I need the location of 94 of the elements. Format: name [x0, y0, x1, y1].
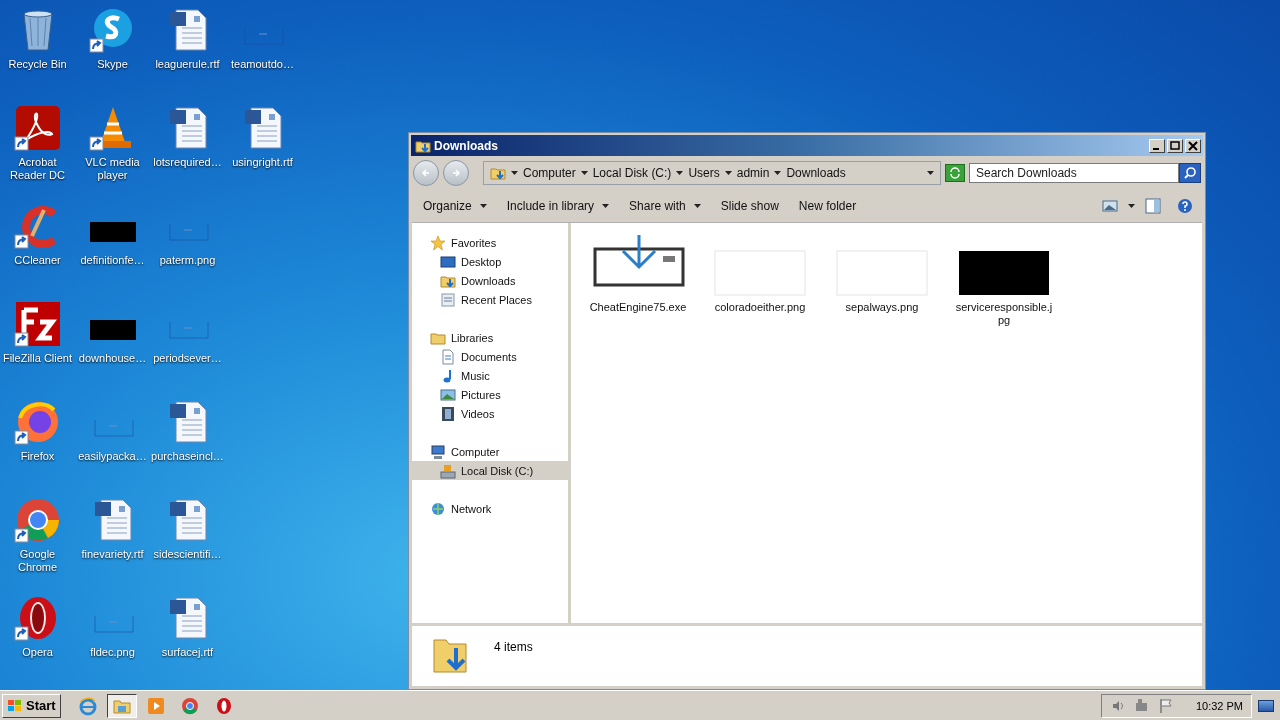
breadcrumb-item[interactable]: admin	[736, 166, 770, 180]
nav-item[interactable]: Downloads	[412, 271, 568, 290]
toolbar-button[interactable]: New folder	[790, 196, 865, 216]
close-icon	[1188, 140, 1198, 151]
help-icon[interactable]	[1177, 198, 1193, 214]
desktop-icon-label[interactable]: VLC media player	[75, 156, 150, 182]
close-button[interactable]	[1185, 138, 1201, 153]
breadcrumb-item[interactable]: Computer	[523, 166, 576, 180]
file-name[interactable]: CheatEngine75.exe	[588, 301, 688, 314]
nav-item[interactable]: Local Disk (C:)	[412, 461, 568, 480]
nav-item[interactable]: Documents	[412, 347, 568, 366]
address-bar[interactable]: Computer Local Disk (C:) Users admin Downloads	[483, 161, 941, 185]
nav-item[interactable]: Computer	[412, 442, 568, 461]
computer-icon	[430, 443, 446, 460]
flag-icon[interactable]	[1157, 697, 1174, 714]
desktop-icon-label[interactable]: lotsrequired…	[150, 156, 225, 169]
caret-icon[interactable]	[724, 171, 732, 175]
videos-icon	[440, 405, 456, 422]
refresh-icon	[949, 167, 961, 179]
toolbar-button[interactable]: Share with	[621, 196, 709, 216]
desktop-icon-label[interactable]: Google Chrome	[0, 548, 75, 574]
documents-icon	[440, 348, 456, 365]
nav-item[interactable]: Pictures	[412, 385, 568, 404]
desktop-icon-label[interactable]: periodsever…	[150, 352, 225, 365]
desktop-icon-label[interactable]: FileZilla Client	[0, 352, 75, 365]
maximize-button[interactable]	[1167, 138, 1183, 153]
file-name[interactable]: serviceresponsible.jpg	[954, 301, 1054, 327]
breadcrumb-item[interactable]: Downloads	[786, 166, 846, 180]
desktop-icon	[440, 253, 456, 270]
refresh-button[interactable]	[945, 164, 965, 182]
caret-icon[interactable]	[927, 171, 934, 175]
breadcrumb-item[interactable]: Users	[688, 166, 720, 180]
nav-item[interactable]: Network	[412, 499, 568, 518]
nav-item[interactable]: Libraries	[412, 328, 568, 347]
network-icon	[430, 500, 446, 517]
nav-item[interactable]: Music	[412, 366, 568, 385]
globe-icon	[77, 695, 98, 716]
maximize-icon	[1170, 140, 1180, 151]
show-desktop-button[interactable]	[1258, 699, 1274, 712]
desktop-icon-label[interactable]: Acrobat Reader DC	[0, 156, 75, 182]
pictures-icon	[440, 386, 456, 403]
caret-icon[interactable]	[676, 171, 684, 175]
caret-icon[interactable]	[774, 171, 782, 175]
forward-arrow-icon	[450, 167, 462, 179]
item-count: 4 items	[494, 640, 533, 654]
desktop-icon-label[interactable]: leaguerule.rtf	[150, 58, 225, 71]
file-name[interactable]: coloradoeither.png	[710, 301, 810, 314]
nav-item[interactable]: Desktop	[412, 252, 568, 271]
preview-pane-icon[interactable]	[1145, 198, 1161, 214]
desktop-icon-label[interactable]: Firefox	[0, 450, 75, 463]
minimize-icon	[1152, 147, 1159, 150]
desktop-icon-label[interactable]: Skype	[75, 58, 150, 71]
forward-button[interactable]	[443, 160, 469, 186]
nav-item[interactable]: Favorites	[412, 233, 568, 252]
caret-icon[interactable]	[1128, 204, 1135, 208]
view-icon[interactable]	[1102, 198, 1118, 214]
breadcrumb-item[interactable]: Local Disk (C:)	[592, 166, 672, 180]
window-title: Downloads	[434, 138, 499, 153]
nav-item[interactable]: Videos	[412, 404, 568, 423]
toolbar-button[interactable]: Slide show	[712, 196, 787, 216]
desktop-icon-label[interactable]: CCleaner	[0, 254, 75, 267]
toolbar-button[interactable]: Include in library	[498, 196, 618, 216]
minimize-button[interactable]	[1149, 138, 1165, 153]
chrome-icon	[179, 695, 200, 716]
star-icon	[430, 234, 446, 251]
desktop-icon-label[interactable]: Opera	[0, 646, 75, 659]
desktop-icon-label[interactable]: easilypacka…	[75, 450, 150, 463]
desktop-icon-label[interactable]: usingright.rtf	[225, 156, 300, 169]
disk-icon	[440, 462, 456, 479]
desktop-icon-label[interactable]: paterm.png	[150, 254, 225, 267]
caret-icon	[479, 204, 487, 208]
desktop-icon-label[interactable]: teamoutdo…	[225, 58, 300, 71]
windows-flag-icon	[7, 697, 23, 714]
caret-icon[interactable]	[511, 171, 518, 175]
downloads-icon	[490, 165, 506, 181]
nav-item[interactable]: Recent Places	[412, 290, 568, 309]
search-button[interactable]	[1179, 163, 1201, 183]
clock[interactable]: 10:32 PM	[1195, 699, 1243, 712]
explorer-taskbar-button[interactable]	[106, 693, 137, 718]
search-field[interactable]: Search Downloads	[969, 163, 1179, 183]
caret-icon	[693, 204, 701, 208]
file-name[interactable]: sepalways.png	[832, 301, 932, 314]
desktop-icon-label[interactable]: definitionfe…	[75, 254, 150, 267]
recent-icon	[440, 291, 456, 308]
back-button[interactable]	[413, 160, 439, 186]
caret-icon	[602, 204, 610, 208]
toolbar-button[interactable]: Organize	[415, 196, 495, 216]
play-icon	[145, 695, 166, 716]
search-icon	[1183, 166, 1197, 180]
start-button[interactable]: Start	[2, 693, 61, 718]
caret-icon[interactable]	[580, 171, 588, 175]
back-arrow-icon	[420, 167, 432, 179]
desktop-icon-label[interactable]: Recycle Bin	[0, 58, 75, 71]
desktop-icon-label[interactable]: downhouse…	[75, 352, 150, 365]
